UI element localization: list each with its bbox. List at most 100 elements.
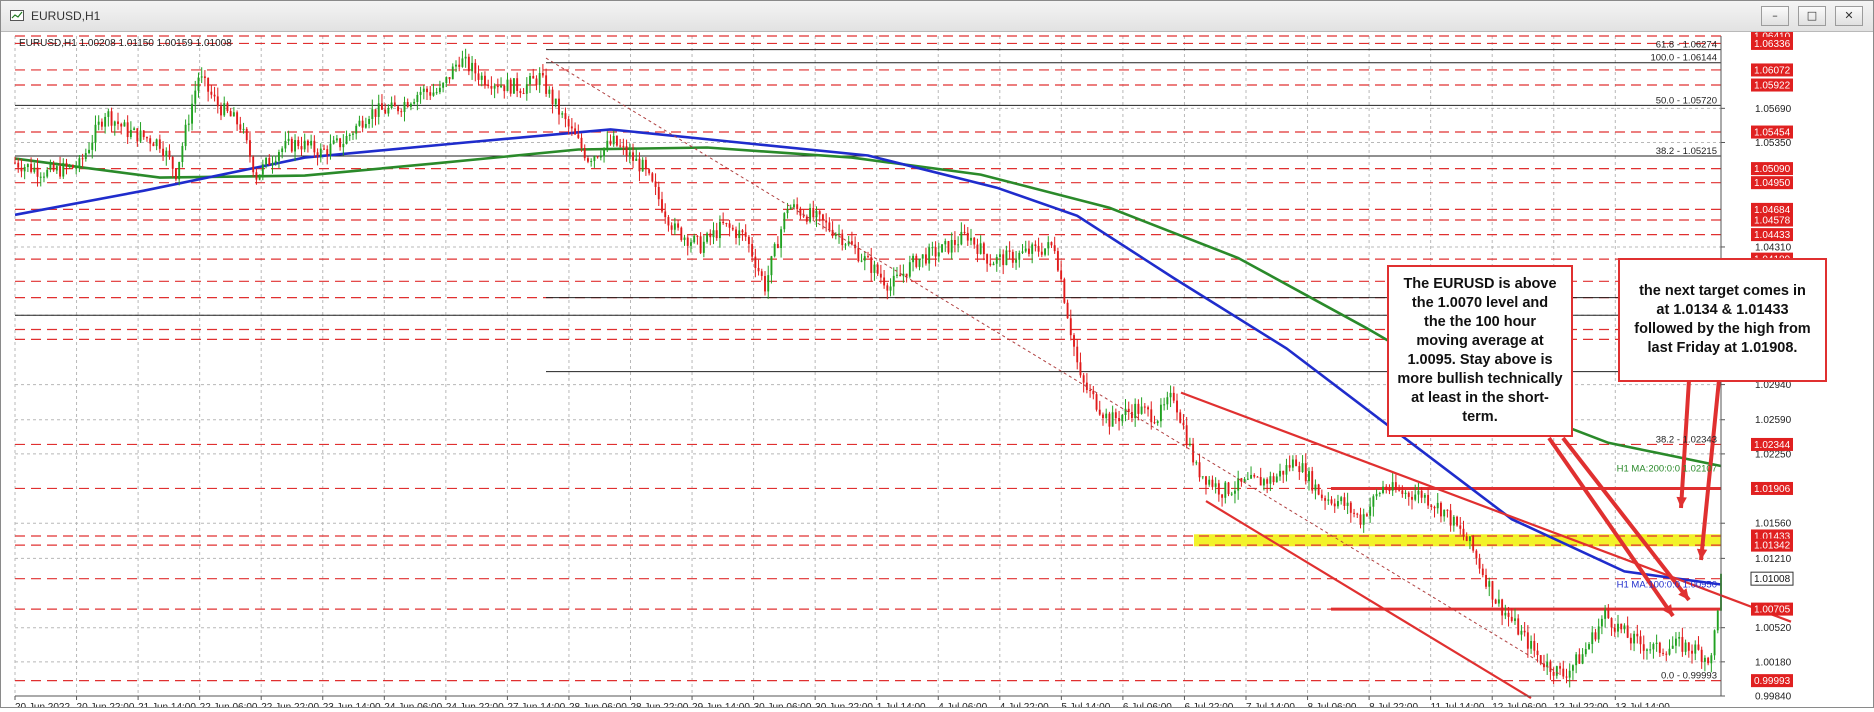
- candle-body: [20, 167, 23, 172]
- candle-body: [438, 87, 441, 93]
- candle-body: [718, 221, 721, 239]
- candle-body: [1504, 612, 1507, 616]
- candle-body: [1674, 638, 1677, 646]
- candle-body: [1301, 463, 1304, 473]
- time-axis-label: 4 Jul 22:00: [1000, 702, 1049, 707]
- candle-body: [303, 140, 306, 150]
- candle-body: [400, 111, 403, 113]
- candle-body: [1520, 630, 1523, 635]
- candle-body: [1044, 248, 1046, 255]
- candle-body: [17, 162, 20, 168]
- candle-body: [242, 128, 245, 130]
- candle-body: [30, 164, 33, 172]
- candle-body: [928, 247, 931, 264]
- candle-body: [393, 102, 396, 107]
- arrow-to-high-head: [1676, 496, 1687, 508]
- candle-body: [686, 237, 689, 246]
- candle-body: [1665, 653, 1668, 655]
- candle-body: [158, 139, 161, 149]
- time-axis-label: 22 Jun 06:00: [200, 702, 258, 707]
- candle-body: [71, 165, 74, 168]
- candle-body: [503, 85, 506, 92]
- candle-body: [84, 153, 87, 160]
- candle-body: [1623, 625, 1626, 630]
- candle-body: [229, 111, 232, 117]
- candle-body: [1015, 259, 1018, 263]
- candle-body: [670, 225, 673, 230]
- candle-body: [883, 277, 886, 286]
- candle-body: [332, 140, 335, 144]
- minimize-button[interactable]: –: [1761, 6, 1789, 26]
- candle-body: [165, 150, 168, 157]
- candle-body: [464, 56, 467, 59]
- candle-body: [654, 181, 657, 187]
- candle-body: [1291, 459, 1294, 468]
- candle-body: [461, 58, 464, 67]
- candle-body: [377, 103, 380, 117]
- candle-body: [371, 109, 374, 119]
- candle-body: [1188, 443, 1191, 446]
- candle-body: [587, 158, 589, 162]
- candle-body: [1143, 406, 1146, 408]
- candle-body: [493, 85, 496, 89]
- candle-body: [683, 237, 686, 240]
- price-axis-label: 1.01210: [1755, 554, 1792, 565]
- candle-body: [1166, 397, 1169, 405]
- candle-body: [107, 111, 110, 117]
- candle-body: [255, 172, 258, 180]
- candle-body: [1082, 375, 1085, 383]
- chart-area[interactable]: 1.056901.053501.043101.036301.029401.025…: [1, 29, 1873, 712]
- candle-body: [1514, 618, 1516, 621]
- maximize-button[interactable]: □: [1798, 6, 1826, 26]
- candle-body: [1295, 459, 1298, 467]
- candle-body: [1217, 483, 1220, 495]
- candle-body: [200, 76, 203, 78]
- candle-body: [306, 140, 309, 146]
- candle-body: [78, 158, 81, 168]
- candle-body: [100, 121, 103, 127]
- candle-body: [300, 146, 303, 150]
- candle-body: [1308, 471, 1310, 482]
- candle-body: [706, 233, 709, 242]
- candle-body: [1649, 649, 1652, 651]
- candle-body: [957, 244, 960, 246]
- candle-body: [680, 227, 683, 240]
- candle-body: [1053, 245, 1056, 252]
- candle-body: [1185, 425, 1188, 446]
- candle-body: [75, 167, 78, 169]
- candle-body: [1018, 252, 1021, 260]
- candlestick-chart[interactable]: 1.056901.053501.043101.036301.029401.025…: [1, 29, 1873, 712]
- candle-body: [126, 122, 129, 137]
- candle-body: [1250, 474, 1252, 479]
- candle-body: [1497, 599, 1500, 604]
- candle-body: [1584, 649, 1587, 655]
- candle-body: [850, 241, 853, 245]
- candle-body: [648, 169, 651, 174]
- price-axis-label: 1.04310: [1755, 242, 1792, 253]
- candle-body: [1597, 626, 1600, 640]
- candle-body: [1159, 404, 1162, 422]
- candle-body: [1227, 482, 1230, 495]
- candle-body: [1034, 244, 1037, 247]
- candle-body: [258, 174, 261, 180]
- annotation-callout-ma: The EURUSD is above the 1.0070 level and…: [1387, 265, 1573, 437]
- candle-body: [1716, 610, 1719, 631]
- candle-body: [870, 257, 873, 273]
- candle-body: [1713, 630, 1716, 656]
- window-title: EURUSD,H1: [31, 9, 101, 23]
- candle-body: [1150, 409, 1153, 423]
- candle-body: [1552, 671, 1555, 676]
- candle-body: [516, 78, 519, 91]
- candle-body: [1501, 599, 1504, 616]
- candle-body: [1288, 465, 1291, 468]
- candle-body: [1002, 254, 1005, 266]
- candle-body: [1021, 251, 1024, 253]
- candle-body: [1375, 493, 1378, 497]
- candle-body: [525, 84, 528, 94]
- candle-body: [1485, 575, 1487, 587]
- candle-body: [1440, 502, 1442, 517]
- candle-body: [1568, 670, 1571, 678]
- close-button[interactable]: ✕: [1835, 6, 1863, 26]
- candle-body: [963, 231, 966, 233]
- candle-body: [1140, 406, 1143, 414]
